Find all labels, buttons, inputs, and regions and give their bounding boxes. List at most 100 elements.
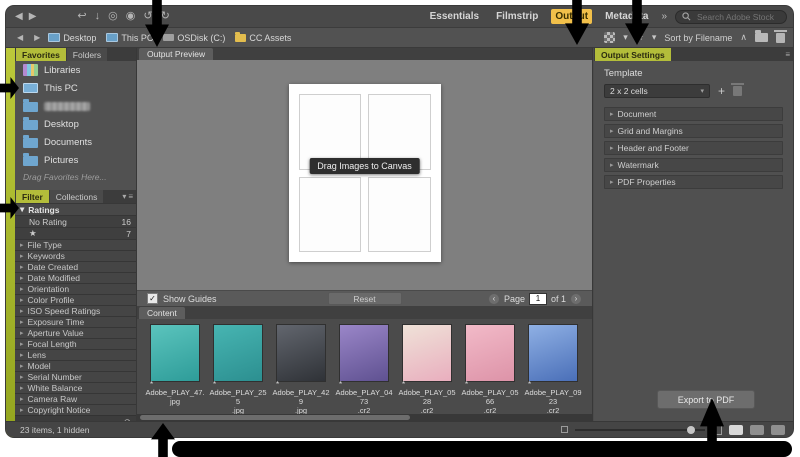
thumbnail-image[interactable] xyxy=(340,325,388,381)
nav-forward-icon[interactable]: ▶ xyxy=(34,34,40,42)
filter-section-orientation[interactable]: ▸Orientation xyxy=(15,284,136,294)
thumbnail-image[interactable] xyxy=(529,325,577,381)
thumbnail-item[interactable]: * Adobe_PLAY_255.jpg xyxy=(208,325,268,415)
filter-section-exposure-time[interactable]: ▸Exposure Time xyxy=(15,317,136,327)
filter-row-one-star[interactable]: ★ 7 xyxy=(15,227,136,239)
breadcrumb-desktop[interactable]: Desktop xyxy=(48,33,96,43)
caret-down-icon[interactable]: ▾ xyxy=(652,32,657,43)
workspace-tab-output[interactable]: Output xyxy=(551,9,592,24)
tab-output-settings[interactable]: Output Settings xyxy=(595,48,671,61)
filter-section-camera-raw[interactable]: ▸Camera Raw xyxy=(15,394,136,404)
thumbnail-item[interactable]: * Adobe_PLAY_47.jpg xyxy=(145,325,205,406)
thumbnail-item[interactable]: * Adobe_PLAY_0923.cr2 xyxy=(523,325,583,415)
section-pdf-properties[interactable]: ▸PDF Properties xyxy=(604,175,783,189)
thumbnail-image[interactable] xyxy=(214,325,262,381)
template-dropdown[interactable]: 2 x 2 cells ▾ xyxy=(604,84,710,98)
workspace-tab-filmstrip[interactable]: Filmstrip xyxy=(492,9,542,24)
section-watermark[interactable]: ▸Watermark xyxy=(604,158,783,172)
search-input[interactable] xyxy=(695,11,780,23)
section-header-and-footer[interactable]: ▸Header and Footer xyxy=(604,141,783,155)
favorites-item-desktop[interactable]: Desktop xyxy=(15,115,136,133)
scrollbar-thumb[interactable] xyxy=(140,415,410,420)
workspace-tab-metadata[interactable]: Metadata xyxy=(601,9,652,24)
new-folder-icon[interactable] xyxy=(755,33,768,42)
search-box[interactable] xyxy=(675,10,787,24)
thumbnail-item[interactable]: * Adobe_PLAY_0566.cr2 xyxy=(460,325,520,415)
filter-section-iso[interactable]: ▸ISO Speed Ratings xyxy=(15,306,136,316)
forward-button[interactable]: ▶ xyxy=(29,12,37,22)
thumbnail-image[interactable] xyxy=(277,325,325,381)
delete-template-icon[interactable] xyxy=(733,86,742,96)
filter-section-white-balance[interactable]: ▸White Balance xyxy=(15,383,136,393)
thumbnail-image[interactable] xyxy=(403,325,451,381)
page-number-input[interactable] xyxy=(529,293,547,305)
thumbnail-item[interactable]: * Adobe_PLAY_429.jpg xyxy=(271,325,331,415)
filter-section-copyright-notice[interactable]: ▸Copyright Notice xyxy=(15,405,136,415)
filter-section-date-modified[interactable]: ▸Date Modified xyxy=(15,273,136,283)
filter-section-date-created[interactable]: ▸Date Created xyxy=(15,262,136,272)
horizontal-scrollbar[interactable] xyxy=(137,414,592,421)
breadcrumb-osdisk[interactable]: OSDisk (C:) xyxy=(163,33,225,43)
filter-section-serial-number[interactable]: ▸Serial Number xyxy=(15,372,136,382)
sort-by-label[interactable]: Sort by Filename xyxy=(664,33,732,43)
show-guides-control[interactable]: ✓ Show Guides xyxy=(147,293,217,304)
trash-icon[interactable] xyxy=(776,33,785,43)
section-document[interactable]: ▸Document xyxy=(604,107,783,121)
view-list-button[interactable] xyxy=(771,425,785,435)
reset-button[interactable]: Reset xyxy=(328,292,402,305)
next-page-button[interactable]: › xyxy=(570,293,582,305)
import-from-camera-icon[interactable]: ↓ xyxy=(95,11,101,22)
section-grid-and-margins[interactable]: ▸Grid and Margins xyxy=(604,124,783,138)
export-to-pdf-button[interactable]: Export to PDF xyxy=(657,390,755,409)
tab-output-preview[interactable]: Output Preview xyxy=(139,48,213,60)
panel-menu-icon[interactable]: ≡ xyxy=(785,48,793,61)
favorites-item-pictures[interactable]: Pictures xyxy=(15,151,136,169)
filter-section-model[interactable]: ▸Model xyxy=(15,361,136,371)
sort-ascending-icon[interactable]: ∧ xyxy=(740,32,747,43)
filter-row-no-rating[interactable]: No Rating 16 xyxy=(15,215,136,227)
breadcrumb-cc-assets[interactable]: CC Assets xyxy=(235,33,291,43)
breadcrumb-this-pc[interactable]: This PC xyxy=(106,33,153,43)
output-preview-canvas[interactable]: Drag Images to Canvas xyxy=(137,60,592,290)
thumbnail-image[interactable] xyxy=(466,325,514,381)
previous-page-button[interactable]: ‹ xyxy=(488,293,500,305)
favorites-item-user-redacted[interactable] xyxy=(15,97,136,115)
rotate-left-icon[interactable]: ↺ xyxy=(143,11,152,22)
tab-favorites[interactable]: Favorites xyxy=(16,48,66,61)
checkbox-checked-icon[interactable]: ✓ xyxy=(147,293,158,304)
view-grid-button[interactable] xyxy=(729,425,743,435)
workspace-tab-essentials[interactable]: Essentials xyxy=(426,9,483,24)
boomerang-icon[interactable]: ↩ xyxy=(77,11,86,22)
thumbnail-item[interactable]: * Adobe_PLAY_0528.cr2 xyxy=(397,325,457,415)
tab-content[interactable]: Content xyxy=(139,307,185,319)
favorites-item-libraries[interactable]: Libraries xyxy=(15,61,136,79)
camera-raw-icon[interactable]: ◉ xyxy=(126,11,136,22)
filter-section-aperture-value[interactable]: ▸Aperture Value xyxy=(15,328,136,338)
thumbnail-size-slider[interactable] xyxy=(575,429,705,431)
refine-icon[interactable]: ◎ xyxy=(108,11,118,22)
favorites-item-documents[interactable]: Documents xyxy=(15,133,136,151)
filter-section-file-type[interactable]: ▸File Type xyxy=(15,240,136,250)
filter-section-color-profile[interactable]: ▸Color Profile xyxy=(15,295,136,305)
slider-thumb[interactable] xyxy=(687,426,695,434)
tab-filter[interactable]: Filter xyxy=(16,190,49,203)
nav-back-icon[interactable]: ◀ xyxy=(17,34,23,42)
thumbnail-quality-icon[interactable] xyxy=(604,32,615,43)
favorites-item-this-pc[interactable]: This PC xyxy=(15,79,136,97)
caret-down-icon[interactable]: ▾ xyxy=(623,32,628,43)
filter-section-ratings[interactable]: ▾ Ratings xyxy=(15,203,136,215)
rotate-right-icon[interactable]: ↻ xyxy=(161,11,170,22)
thumbnail-item[interactable]: * Adobe_PLAY_0473.cr2 xyxy=(334,325,394,415)
thumbnail-image[interactable] xyxy=(151,325,199,381)
panel-menu-icon[interactable]: ▾ ≡ xyxy=(122,190,136,203)
filter-section-lens[interactable]: ▸Lens xyxy=(15,350,136,360)
add-template-icon[interactable]: + xyxy=(718,85,725,97)
filter-section-keywords[interactable]: ▸Keywords xyxy=(15,251,136,261)
filter-section-focal-length[interactable]: ▸Focal Length xyxy=(15,339,136,349)
thumbnail-smaller-icon[interactable] xyxy=(561,426,568,433)
workspace-overflow-icon[interactable]: » xyxy=(661,11,667,22)
view-details-button[interactable] xyxy=(750,425,764,435)
back-button[interactable]: ◀ xyxy=(15,12,23,22)
tab-collections[interactable]: Collections xyxy=(50,190,104,203)
tab-folders[interactable]: Folders xyxy=(67,48,107,61)
